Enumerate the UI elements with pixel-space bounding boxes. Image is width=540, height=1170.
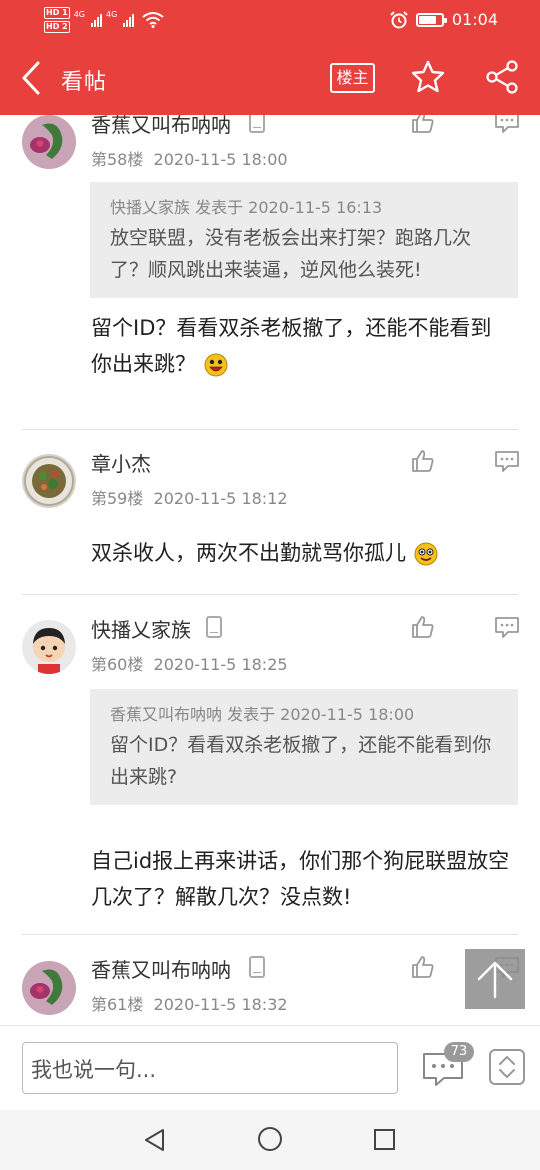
square-recent-icon[interactable] — [374, 1129, 395, 1150]
op-only-button[interactable]: 楼主 — [330, 63, 375, 93]
thumbs-up-icon[interactable] — [410, 448, 436, 474]
post-time: 2020-11-5 18:00 — [153, 150, 288, 169]
quote-header: 香蕉又叫布呐呐 发表于 2020-11-5 18:00 — [110, 705, 415, 724]
alarm-icon — [390, 10, 408, 28]
signal-icon-2 — [123, 13, 135, 27]
floor-number: 第58楼 — [91, 150, 144, 169]
comment-icon[interactable] — [494, 614, 520, 640]
battery-level — [418, 15, 437, 24]
comment-count-badge: 73 — [444, 1042, 474, 1062]
up-down-chevron-icon — [499, 1056, 515, 1078]
network1-label: 4G — [73, 9, 85, 19]
star-outline-icon[interactable] — [410, 59, 446, 95]
chevron-left-icon[interactable] — [16, 58, 46, 98]
username[interactable]: 香蕉又叫布呐呐 — [91, 954, 231, 983]
page-title: 看帖 — [61, 70, 108, 95]
username[interactable]: 香蕉又叫布呐呐 — [91, 115, 231, 138]
post-list[interactable]: 香蕉又叫布呐呐 第58楼 2020-11-5 18:00 快播乂家族 发表于 2… — [0, 115, 540, 1025]
post-text: 自己id报上再来讲话，你们那个狗屁联盟放空几次了？解散几次？没点数! — [91, 849, 510, 909]
scroll-to-top-button[interactable] — [465, 949, 525, 1009]
avatar[interactable] — [22, 115, 76, 169]
status-bar: HD 1 HD 2 4G 4G 01:04 — [0, 0, 540, 44]
post-time: 2020-11-5 18:32 — [153, 995, 288, 1014]
avatar[interactable] — [22, 454, 76, 508]
list-item: 香蕉又叫布呐呐 第58楼 2020-11-5 18:00 快播乂家族 发表于 2… — [0, 115, 540, 430]
arrow-up-icon — [477, 961, 513, 999]
post-meta: 第59楼 2020-11-5 18:12 — [91, 485, 288, 509]
comment-icon[interactable] — [494, 448, 520, 474]
quote-body: 留个ID？看看双杀老板撤了，还能不能看到你出来跳? — [110, 734, 492, 788]
post-content: 双杀收人，两次不出勤就骂你孤儿 — [91, 535, 511, 571]
grin-emoji-icon — [204, 353, 228, 377]
thumbs-up-icon[interactable] — [410, 954, 436, 980]
username[interactable]: 快播乂家族 — [91, 614, 191, 643]
avatar[interactable] — [22, 620, 76, 674]
comment-input[interactable]: 我也说一句... — [22, 1042, 398, 1094]
thumbs-up-icon[interactable] — [410, 614, 436, 640]
list-item: 香蕉又叫布呐呐 第61楼 2020-11-5 18:32 — [0, 935, 540, 1025]
share-icon[interactable] — [484, 59, 520, 95]
floor-number: 第59楼 — [91, 489, 144, 508]
comment-icon[interactable] — [494, 115, 520, 135]
floor-number: 第60楼 — [91, 655, 144, 674]
list-item: 章小杰 第59楼 2020-11-5 18:12 双杀收人，两次不出勤就骂你孤儿 — [0, 430, 540, 595]
list-item: 快播乂家族 第60楼 2020-11-5 18:25 香蕉又叫布呐呐 发表于 2… — [0, 595, 540, 935]
post-meta: 第61楼 2020-11-5 18:32 — [91, 991, 288, 1015]
signal-icon — [90, 13, 102, 27]
mobile-device-icon — [249, 115, 265, 133]
quoted-post: 快播乂家族 发表于 2020-11-5 16:13 放空联盟，没有老板会出来打架… — [90, 182, 518, 298]
triangle-back-icon[interactable] — [142, 1127, 168, 1153]
quote-header: 快播乂家族 发表于 2020-11-5 16:13 — [110, 198, 383, 217]
floor-number: 第61楼 — [91, 995, 144, 1014]
mobile-device-icon — [206, 616, 222, 638]
sim2-label: HD 2 — [44, 21, 70, 33]
app-header: 看帖 楼主 — [0, 44, 540, 115]
quoted-post: 香蕉又叫布呐呐 发表于 2020-11-5 18:00 留个ID？看看双杀老板撤… — [90, 689, 518, 805]
post-time: 2020-11-5 18:12 — [153, 489, 288, 508]
mobile-device-icon — [249, 956, 265, 978]
sim1-label: HD 1 — [44, 7, 70, 19]
post-text: 双杀收人，两次不出勤就骂你孤儿 — [91, 541, 406, 565]
wifi-icon — [142, 12, 164, 28]
post-meta: 第58楼 2020-11-5 18:00 — [91, 146, 288, 170]
post-meta: 第60楼 2020-11-5 18:25 — [91, 651, 288, 675]
signal-indicators: HD 1 HD 2 4G 4G — [44, 7, 164, 33]
status-right: 01:04 — [390, 10, 498, 29]
circle-home-icon[interactable] — [258, 1127, 282, 1151]
clock: 01:04 — [451, 10, 498, 29]
post-text: 留个ID？看看双杀老板撤了，还能不能看到你出来跳？ — [91, 316, 492, 376]
quote-body: 放空联盟，没有老板会出来打架？跑路几次了？顺风跳出来装逼，逆风他么装死! — [110, 227, 472, 281]
post-time: 2020-11-5 18:25 — [153, 655, 288, 674]
system-nav-bar — [0, 1110, 540, 1170]
thumbs-up-icon[interactable] — [410, 115, 436, 135]
username[interactable]: 章小杰 — [91, 448, 151, 477]
page-jump-button[interactable] — [489, 1049, 525, 1085]
post-content: 留个ID？看看双杀老板撤了，还能不能看到你出来跳？ — [91, 310, 511, 382]
grin-emoji-icon — [414, 542, 438, 566]
battery-icon — [415, 12, 447, 27]
post-content: 自己id报上再来讲话，你们那个狗屁联盟放空几次了？解散几次？没点数! — [91, 843, 511, 915]
network2-label: 4G — [105, 9, 118, 19]
comment-bar: 我也说一句... 73 — [0, 1025, 540, 1110]
avatar[interactable] — [22, 961, 76, 1015]
